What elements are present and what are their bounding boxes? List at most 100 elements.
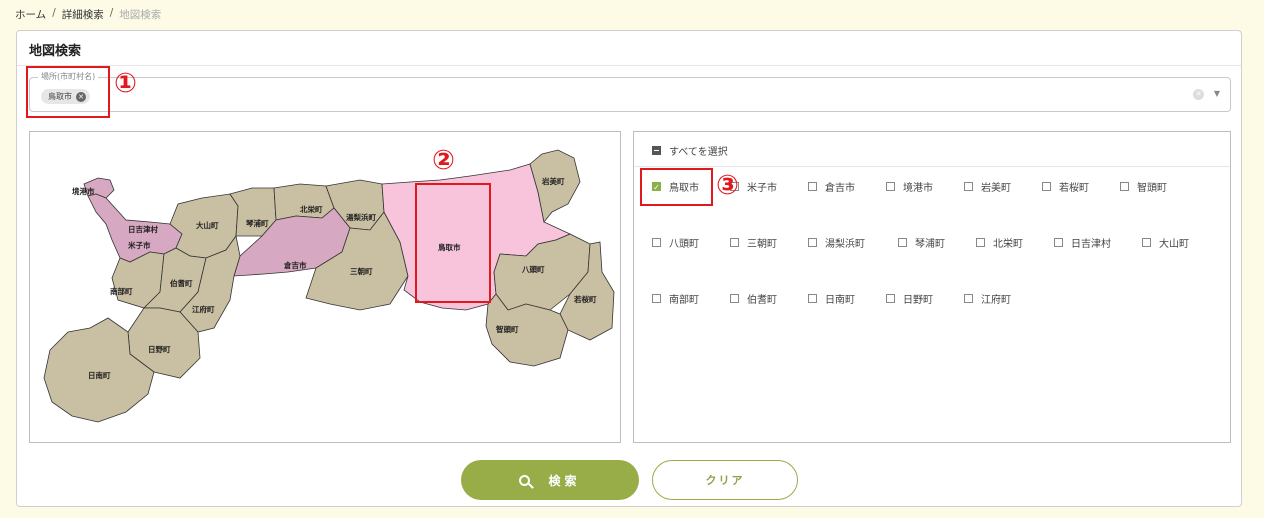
- checkbox-label: 琴浦町: [915, 239, 945, 250]
- checkbox-hiezu[interactable]: 日吉津村: [1054, 235, 1111, 250]
- checkbox-label: 日野町: [903, 295, 933, 306]
- checkbox-label: 日吉津村: [1071, 239, 1111, 250]
- checkbox-label: 湯梨浜町: [825, 239, 865, 250]
- checkbox-label: 米子市: [747, 183, 777, 194]
- unchecked-icon: [886, 294, 895, 303]
- checkbox-nanbu[interactable]: 南部町: [652, 291, 699, 306]
- checkbox-label: 倉吉市: [825, 183, 855, 194]
- map-label: 智頭町: [496, 324, 519, 334]
- unchecked-icon: [964, 294, 973, 303]
- checkbox-label: 江府町: [981, 295, 1011, 306]
- unchecked-icon: [898, 238, 907, 247]
- checkbox-label: 若桜町: [1059, 183, 1089, 194]
- map-label: 日吉津村: [128, 224, 158, 234]
- checkbox-kurayoshi[interactable]: 倉吉市: [808, 179, 855, 194]
- annotation-number-1: ①: [114, 68, 137, 99]
- checkbox-label: 南部町: [669, 295, 699, 306]
- checkbox-label: 三朝町: [747, 239, 777, 250]
- map-region-hokuei[interactable]: [273, 183, 335, 221]
- unchecked-icon: [1120, 182, 1129, 191]
- checkbox-sakaiminato[interactable]: 境港市: [886, 179, 933, 194]
- checkbox-hokuei[interactable]: 北栄町: [976, 235, 1023, 250]
- unchecked-icon: [886, 182, 895, 191]
- map-label: 倉吉市: [283, 260, 307, 270]
- map-label: 南部町: [110, 286, 133, 296]
- checkbox-nichinan[interactable]: 日南町: [808, 291, 855, 306]
- checkbox-wakasa[interactable]: 若桜町: [1042, 179, 1089, 194]
- checkbox-yurihama[interactable]: 湯梨浜町: [808, 235, 865, 250]
- map-label: 江府町: [192, 304, 215, 314]
- annotation-number-2: ②: [432, 145, 455, 176]
- map-svg: 境港市 日吉津村 米子市 大山町 琴浦町 北栄町 湯梨浜町 鳥取市 岩美町 倉吉…: [43, 149, 615, 423]
- breadcrumb-home[interactable]: ホーム: [15, 7, 46, 22]
- map-label: 湯梨浜町: [346, 212, 376, 222]
- map-label: 八頭町: [521, 265, 545, 274]
- checkbox-kotoura[interactable]: 琴浦町: [898, 235, 945, 250]
- checkbox-yazu[interactable]: 八頭町: [652, 235, 699, 250]
- map-label: 岩美町: [541, 176, 565, 186]
- checkbox-chizu[interactable]: 智頭町: [1120, 179, 1167, 194]
- unchecked-icon: [730, 294, 739, 303]
- unchecked-icon: [808, 294, 817, 303]
- unchecked-icon: [964, 182, 973, 191]
- map-label: 日南町: [88, 370, 111, 380]
- checkbox-label: 智頭町: [1137, 183, 1167, 194]
- chevron-down-icon[interactable]: ▼: [1214, 89, 1220, 98]
- checkbox-label: 日南町: [825, 295, 855, 306]
- map-label: 若桜町: [573, 294, 597, 304]
- map-label: 北栄町: [300, 204, 323, 214]
- annotation-box-2: [415, 183, 491, 303]
- checkbox-hoki[interactable]: 伯耆町: [730, 291, 777, 306]
- breadcrumb-separator: /: [52, 7, 56, 19]
- map-search-panel: 地図検索 場所(市町村名) 鳥取市 ✕ ✕ ▼ 境港市 日吉津村 米子市 大山町…: [16, 30, 1242, 507]
- clear-circle-icon[interactable]: ✕: [1193, 89, 1204, 100]
- indeterminate-checkbox-icon: [652, 146, 661, 155]
- checkbox-label: 北栄町: [993, 239, 1023, 250]
- breadcrumb-separator: /: [109, 7, 114, 19]
- location-select[interactable]: 場所(市町村名) 鳥取市 ✕ ✕ ▼: [29, 71, 1231, 112]
- unchecked-icon: [1054, 238, 1063, 247]
- unchecked-icon: [808, 182, 817, 191]
- unchecked-icon: [976, 238, 985, 247]
- checkbox-iwami[interactable]: 岩美町: [964, 179, 1011, 194]
- checkbox-misasa[interactable]: 三朝町: [730, 235, 777, 250]
- map-label: 日野町: [148, 345, 171, 354]
- search-icon: [519, 474, 531, 486]
- divider: [17, 65, 1241, 66]
- checkbox-hino[interactable]: 日野町: [886, 291, 933, 306]
- annotation-number-3: ③: [716, 170, 739, 201]
- map-label: 境港市: [72, 186, 95, 196]
- checkbox-daisen[interactable]: 大山町: [1142, 235, 1189, 250]
- map-label: 伯耆町: [170, 278, 193, 288]
- breadcrumb-current: 地図検索: [119, 9, 162, 21]
- unchecked-icon: [808, 238, 817, 247]
- select-all-checkbox[interactable]: すべてを選択: [652, 143, 728, 158]
- map-label: 琴浦町: [245, 218, 269, 228]
- page-title: 地図検索: [29, 44, 82, 59]
- unchecked-icon: [652, 238, 661, 247]
- map-label: 大山町: [196, 220, 219, 230]
- select-all-label: すべてを選択: [669, 147, 728, 158]
- checkbox-kofu[interactable]: 江府町: [964, 291, 1011, 306]
- unchecked-icon: [652, 294, 661, 303]
- annotation-box-3: [640, 168, 713, 206]
- checkbox-label: 伯耆町: [747, 295, 777, 306]
- checkbox-label: 八頭町: [669, 239, 699, 250]
- checkbox-label: 岩美町: [981, 183, 1011, 194]
- clear-button[interactable]: クリア: [652, 460, 798, 500]
- unchecked-icon: [1042, 182, 1051, 191]
- breadcrumb-detail-search[interactable]: 詳細検索: [62, 7, 104, 22]
- search-button[interactable]: 検索: [461, 460, 639, 500]
- unchecked-icon: [1142, 238, 1151, 247]
- divider: [634, 166, 1230, 167]
- search-button-label: 検索: [548, 473, 581, 488]
- breadcrumb: ホーム / 詳細検索 / 地図検索: [15, 7, 161, 22]
- checkbox-label: 境港市: [903, 183, 933, 194]
- annotation-box-1: [26, 66, 110, 118]
- unchecked-icon: [730, 238, 739, 247]
- clear-button-label: クリア: [705, 474, 745, 487]
- tottori-map: 境港市 日吉津村 米子市 大山町 琴浦町 北栄町 湯梨浜町 鳥取市 岩美町 倉吉…: [29, 131, 621, 443]
- map-label: 三朝町: [350, 266, 373, 276]
- map-label: 米子市: [128, 240, 151, 250]
- checkbox-label: 大山町: [1159, 239, 1189, 250]
